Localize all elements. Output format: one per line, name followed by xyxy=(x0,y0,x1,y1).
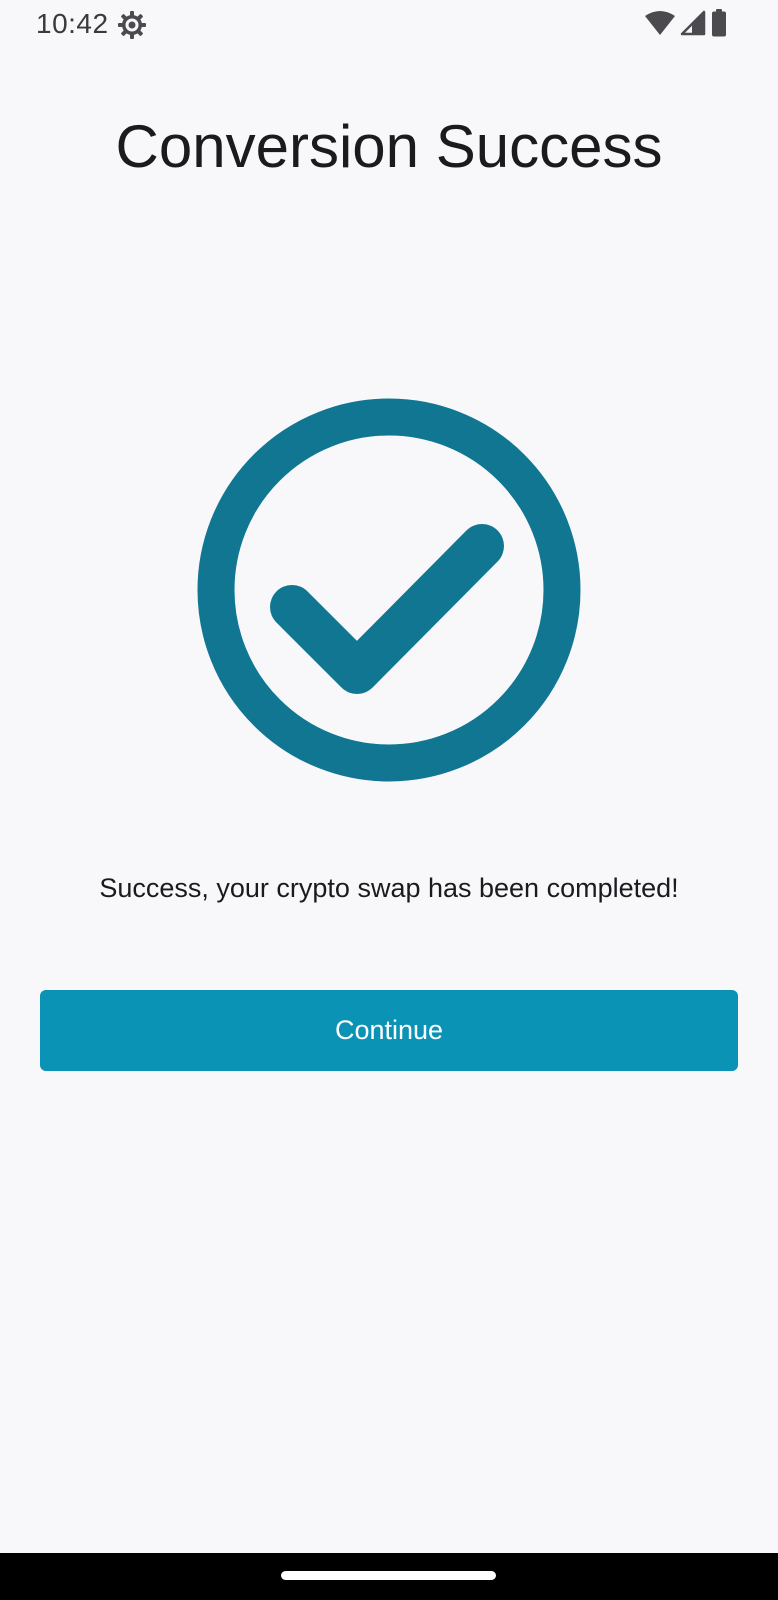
signal-icon xyxy=(680,10,706,41)
wifi-icon xyxy=(644,10,676,41)
status-time: 10:42 xyxy=(36,8,109,39)
page-title: Conversion Success xyxy=(115,113,663,180)
battery-icon xyxy=(710,8,728,42)
settings-gear-icon xyxy=(117,10,147,40)
home-gesture-handle[interactable] xyxy=(281,1571,496,1580)
status-bar: 10:42 xyxy=(0,0,778,50)
continue-button[interactable]: Continue xyxy=(40,990,738,1071)
status-icons xyxy=(644,8,728,42)
success-message: Success, your crypto swap has been compl… xyxy=(99,873,679,903)
system-nav-bar xyxy=(0,1553,778,1600)
check-circle-icon xyxy=(197,398,581,782)
